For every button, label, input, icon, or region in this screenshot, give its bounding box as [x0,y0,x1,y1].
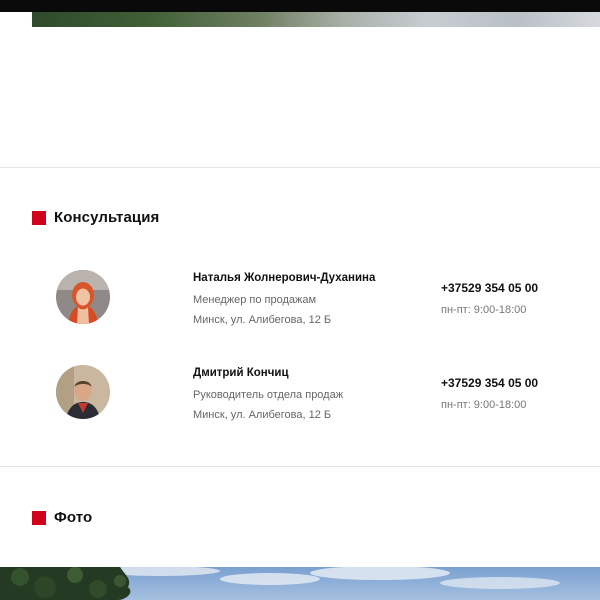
photo-title: Фото [54,509,93,526]
gallery-photo-image [0,567,560,600]
contact-phone-link[interactable]: +37529 354 05 00 [441,376,538,390]
contact-card: Дмитрий Кончиц Руководитель отдела прода… [0,359,600,429]
contact-address: Минск, ул. Алибегова, 12 Б [193,409,332,421]
contact-role: Руководитель отдела продаж [193,389,344,401]
red-square-icon [32,210,46,225]
consultation-heading: Консультация [32,209,159,226]
avatar [56,270,110,324]
contact-name: Дмитрий Кончиц [193,367,289,379]
contact-phone-link[interactable]: +37529 354 05 00 [441,281,538,295]
contact-card: Наталья Жолнерович-Духанина Менеджер по … [0,264,600,334]
top-image-frame [0,0,600,12]
contact-hours: пн-пт: 9:00-18:00 [441,304,527,316]
avatar [56,365,110,419]
red-square-icon [32,510,46,525]
contact-address: Минск, ул. Алибегова, 12 Б [193,314,332,326]
contact-hours: пн-пт: 9:00-18:00 [441,399,527,411]
top-photo [32,12,600,27]
section-divider [0,167,600,168]
contact-name: Наталья Жолнерович-Духанина [193,272,376,284]
gallery-photo[interactable] [0,567,600,600]
photo-heading: Фото [32,509,92,526]
consultation-title: Консультация [54,209,160,226]
section-divider [0,466,600,467]
contact-role: Менеджер по продажам [193,294,317,306]
